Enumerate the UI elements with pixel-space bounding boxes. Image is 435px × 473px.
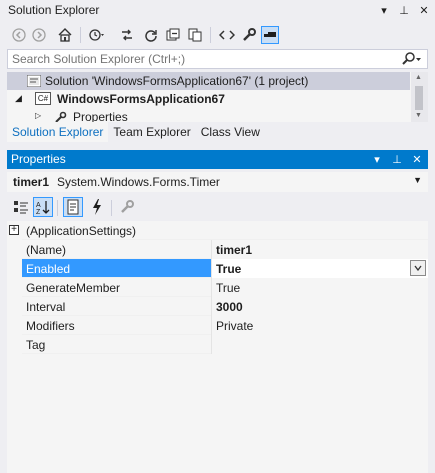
object-type: System.Windows.Forms.Timer: [57, 175, 220, 189]
toolbar-separator: [80, 27, 81, 43]
auto-hide-pin-icon[interactable]: ⊥: [397, 2, 411, 18]
csharp-project-icon: C#: [35, 92, 51, 105]
refresh-icon[interactable]: [142, 26, 160, 44]
window-position-dropdown-icon[interactable]: ▾: [370, 151, 384, 167]
search-solution-explorer-field[interactable]: [7, 49, 428, 69]
search-input[interactable]: [12, 52, 392, 66]
row-gutter: [7, 297, 22, 316]
property-row-name[interactable]: (Name) timer1: [7, 240, 428, 259]
toolbar-separator: [57, 200, 58, 216]
tab-team-explorer[interactable]: Team Explorer: [108, 122, 195, 142]
view-code-icon[interactable]: [218, 26, 236, 44]
solution-explorer-titlebar: Solution Explorer ▾ ⊥ ✕: [0, 0, 435, 22]
back-icon[interactable]: [10, 26, 28, 44]
explorer-tabs: Solution Explorer Team Explorer Class Vi…: [7, 122, 428, 142]
svg-text:Z: Z: [36, 209, 41, 215]
collapse-all-icon[interactable]: [164, 26, 182, 44]
property-name: Enabled: [22, 259, 211, 278]
auto-hide-pin-icon[interactable]: ⊥: [390, 151, 404, 167]
properties-titlebar: Properties ▾ ⊥ ✕: [7, 150, 428, 169]
row-gutter: [7, 278, 22, 297]
search-icon[interactable]: [401, 52, 423, 69]
show-all-files-icon[interactable]: [186, 26, 204, 44]
property-name: (Name): [22, 240, 211, 259]
row-gutter: [7, 335, 22, 354]
row-gutter: [7, 259, 22, 278]
property-value[interactable]: Private: [211, 316, 428, 335]
properties-wrench-icon[interactable]: [240, 26, 258, 44]
toolbar-separator: [210, 27, 211, 43]
tree-item-label: Solution 'WindowsFormsApplication67' (1 …: [45, 74, 309, 88]
close-icon[interactable]: ✕: [417, 2, 431, 18]
pending-changes-filter-icon[interactable]: [88, 26, 106, 44]
property-name: Interval: [22, 297, 211, 316]
tab-solution-explorer[interactable]: Solution Explorer: [7, 122, 109, 142]
property-value[interactable]: timer1: [211, 240, 428, 259]
solution-explorer-title: Solution Explorer: [8, 3, 100, 17]
sync-with-active-document-icon[interactable]: [118, 26, 136, 44]
property-row-enabled[interactable]: Enabled True: [7, 259, 428, 278]
property-value[interactable]: True: [211, 259, 428, 278]
solution-explorer-toolbar: [0, 22, 435, 48]
categorized-icon[interactable]: [11, 197, 31, 217]
property-value[interactable]: [211, 335, 428, 354]
svg-text:A: A: [36, 202, 41, 209]
chevron-down-icon[interactable]: ▼: [413, 175, 422, 185]
tree-item-project[interactable]: ◢ C# WindowsFormsApplication67: [7, 90, 410, 108]
category-row[interactable]: + (ApplicationSettings): [7, 221, 428, 240]
scroll-thumb[interactable]: [415, 86, 423, 110]
home-icon[interactable]: [56, 26, 74, 44]
expand-plus-icon[interactable]: +: [9, 225, 19, 235]
tree-item-properties[interactable]: ▷ Properties: [7, 108, 410, 122]
property-value[interactable]: 3000: [211, 297, 428, 316]
property-grid: + (ApplicationSettings) (Name) timer1 En…: [7, 221, 428, 473]
wrench-icon: [55, 111, 67, 122]
property-value[interactable]: True: [211, 278, 428, 297]
property-name: (ApplicationSettings): [22, 221, 428, 240]
toolbar-separator: [111, 200, 112, 216]
properties-page-icon[interactable]: [63, 197, 83, 217]
expanded-arrow-icon[interactable]: ◢: [15, 93, 22, 104]
property-row-modifiers[interactable]: Modifiers Private: [7, 316, 428, 335]
property-row-generatemember[interactable]: GenerateMember True: [7, 278, 428, 297]
object-name: timer1: [13, 175, 50, 189]
row-gutter: [7, 316, 22, 335]
row-gutter: [7, 240, 22, 259]
preview-selected-items-icon[interactable]: [261, 26, 279, 44]
scroll-down-icon[interactable]: ▼: [415, 112, 422, 119]
property-name: Modifiers: [22, 316, 211, 335]
events-lightning-icon[interactable]: [87, 197, 107, 217]
close-icon[interactable]: ✕: [410, 151, 424, 167]
collapsed-arrow-icon[interactable]: ▷: [35, 111, 41, 120]
tree-scrollbar[interactable]: ▲ ▼: [411, 72, 428, 122]
scroll-up-icon[interactable]: ▲: [415, 74, 422, 81]
window-position-dropdown-icon[interactable]: ▾: [377, 2, 391, 18]
object-selector[interactable]: timer1 System.Windows.Forms.Timer ▼: [7, 172, 428, 192]
property-row-tag[interactable]: Tag: [7, 335, 428, 354]
solution-icon: [26, 74, 42, 90]
property-name: Tag: [22, 335, 211, 354]
alphabetical-icon[interactable]: AZ: [33, 197, 53, 217]
properties-toolbar: AZ: [7, 194, 428, 220]
value-dropdown-button[interactable]: [410, 260, 426, 276]
tree-item-label: Properties: [73, 110, 128, 122]
properties-title: Properties: [11, 152, 66, 166]
property-pages-wrench-icon[interactable]: [117, 197, 137, 217]
property-row-interval[interactable]: Interval 3000: [7, 297, 428, 316]
forward-icon[interactable]: [30, 26, 48, 44]
property-name: GenerateMember: [22, 278, 211, 297]
tree-item-solution[interactable]: Solution 'WindowsFormsApplication67' (1 …: [7, 72, 410, 90]
tab-class-view[interactable]: Class View: [196, 122, 265, 142]
tree-item-label: WindowsFormsApplication67: [57, 92, 225, 106]
solution-tree: Solution 'WindowsFormsApplication67' (1 …: [7, 72, 428, 122]
